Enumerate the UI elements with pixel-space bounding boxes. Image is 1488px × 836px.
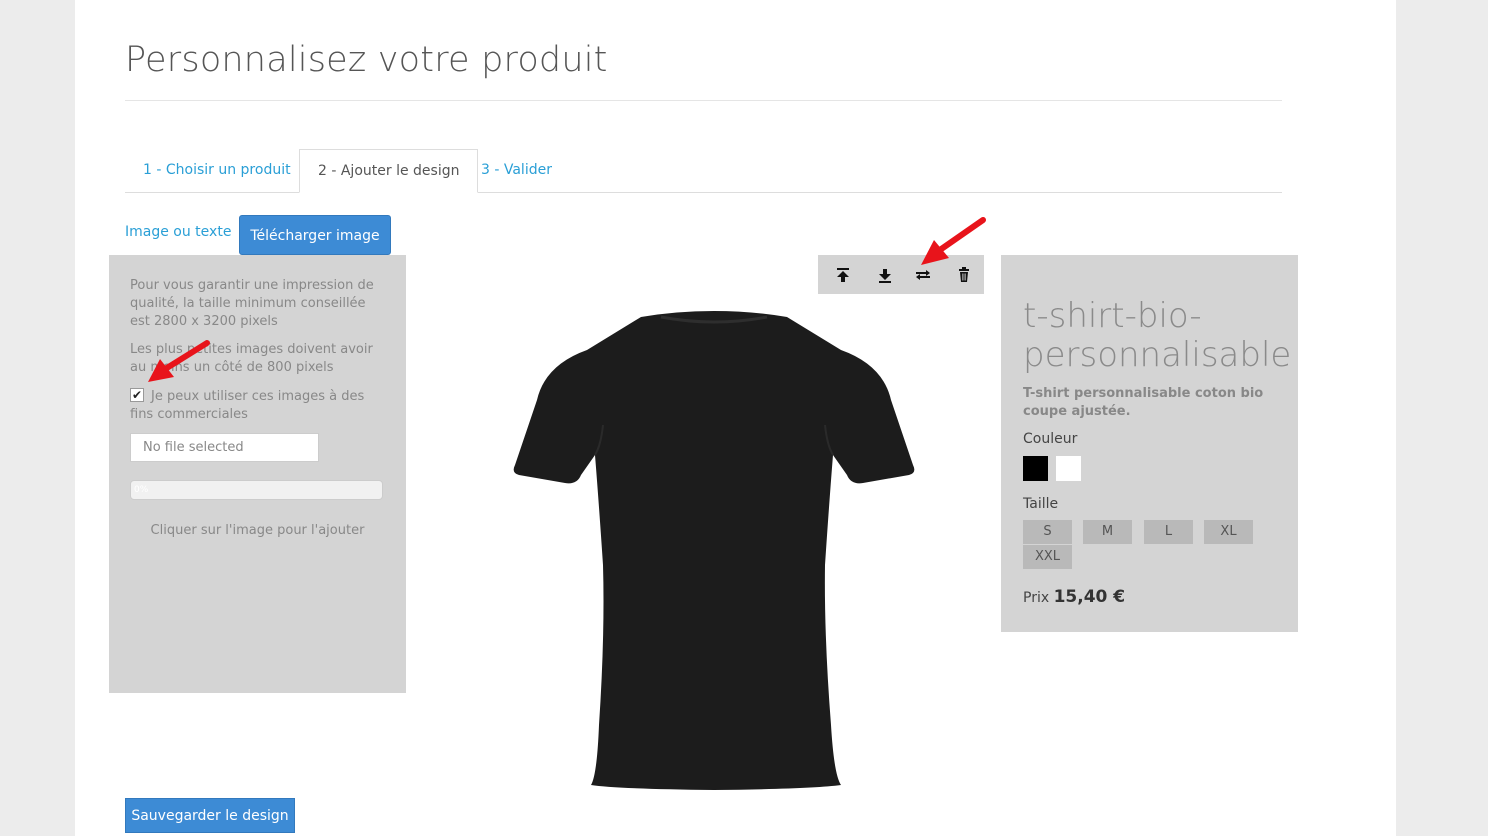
bring-to-front-icon[interactable]	[833, 265, 853, 285]
product-description: T-shirt personnalisable coton bio coupe …	[1023, 386, 1264, 419]
size-option-s[interactable]: S	[1023, 520, 1072, 544]
annotation-arrow-icon	[148, 340, 210, 382]
send-to-back-icon[interactable]	[875, 265, 895, 285]
title-divider	[125, 100, 1282, 101]
save-design-button[interactable]: Sauvegarder le design	[125, 798, 295, 833]
product-info-panel: t-shirt-bio-personnalisable T-shirt pers…	[1001, 255, 1298, 632]
file-input[interactable]: No file selected	[130, 433, 319, 462]
annotation-arrow-icon	[921, 217, 986, 265]
page-container: Personnalisez votre produit 1 - Choisir …	[75, 0, 1396, 836]
size-option-xl[interactable]: XL	[1204, 520, 1253, 544]
upload-panel: Pour vous garantir une impression de qua…	[109, 255, 406, 693]
size-option-xxl[interactable]: XXL	[1023, 545, 1072, 569]
size-option-m[interactable]: M	[1083, 520, 1132, 544]
product-name: t-shirt-bio-personnalisable	[1023, 296, 1292, 375]
tab-add-design[interactable]: 2 - Ajouter le design	[299, 149, 479, 193]
quality-note: Pour vous garantir une impression de qua…	[130, 278, 374, 329]
color-swatch-white[interactable]	[1056, 456, 1081, 481]
tab-validate[interactable]: 3 - Valider	[463, 149, 570, 192]
tab-image-or-text[interactable]: Image ou texte	[125, 224, 231, 240]
tshirt-preview-image[interactable]	[511, 305, 917, 793]
upload-progress-bar: 0%	[130, 480, 383, 500]
commercial-use-label: Je peux utiliser ces images à des fins c…	[130, 389, 365, 422]
price-label: Prix	[1023, 590, 1050, 606]
size-option-l[interactable]: L	[1144, 520, 1193, 544]
price-value: 15,40 €	[1053, 587, 1126, 607]
color-swatch-black[interactable]	[1023, 456, 1048, 481]
tab-choose-product[interactable]: 1 - Choisir un produit	[125, 149, 309, 192]
size-label: Taille	[1023, 496, 1059, 512]
progress-text: 0%	[134, 485, 149, 495]
color-label: Couleur	[1023, 431, 1078, 447]
upload-image-tab-button[interactable]: Télécharger image	[239, 215, 391, 255]
step-tabs: 1 - Choisir un produit 2 - Ajouter le de…	[125, 149, 1282, 193]
page-title: Personnalisez votre produit	[125, 40, 608, 80]
click-hint: Cliquer sur l'image pour l'ajouter	[150, 523, 365, 538]
price-row: Prix 15,40 €	[1023, 587, 1125, 607]
